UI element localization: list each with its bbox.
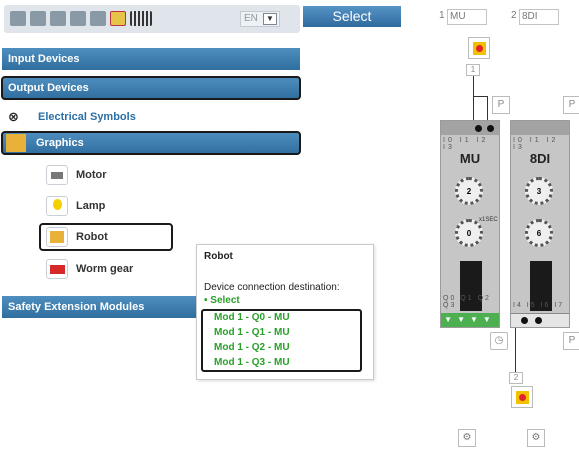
open-folder-icon[interactable] <box>10 11 26 26</box>
module-8di-knob-1-value: 3 <box>536 187 542 196</box>
motor-icon <box>46 165 68 185</box>
module-mu-knob-1[interactable]: 2 <box>455 177 483 205</box>
slot-1-settings-icon[interactable]: ⚙ <box>458 429 476 447</box>
lamp-icon <box>46 196 68 216</box>
connection-option-q3[interactable]: Mod 1 - Q3 - MU <box>214 357 290 368</box>
module-8di-knob-2-value: 6 <box>536 229 542 238</box>
module-8di[interactable]: I0 I1 I2 I3 8DI 3 6 I4 I5 I6 I7 <box>510 120 570 328</box>
module-mu[interactable]: I0 I1 I2 I3 MU 2 x1SEC 0 Q0 Q1 Q2 Q3 ▼▼▼… <box>440 120 500 328</box>
lamp-label: Lamp <box>76 200 106 212</box>
toolbar: EN ▼ <box>4 5 300 33</box>
module-mu-terminal-dot-1 <box>475 125 482 132</box>
module-mu-knob-2[interactable]: 0 <box>455 219 483 247</box>
worm-gear-label: Worm gear <box>76 263 134 275</box>
module-mu-knob-1-value: 2 <box>466 187 472 196</box>
wire-1 <box>473 76 474 124</box>
connection-option-q2[interactable]: Mod 1 - Q2 - MU <box>214 342 290 353</box>
module-8di-knob-1[interactable]: 3 <box>525 177 553 205</box>
device-2-index: 2 <box>509 372 523 384</box>
electrical-symbol-icon: ⊗ <box>8 109 19 124</box>
wrench-icon[interactable] <box>90 11 106 26</box>
robot-icon <box>46 227 68 247</box>
graphics-robot-icon <box>6 134 26 152</box>
module-8di-top-terminals: I0 I1 I2 I3 <box>513 137 559 151</box>
module-mu-knob-label: x1SEC <box>479 217 498 223</box>
module-8di-knob-2[interactable]: 6 <box>525 219 553 247</box>
graphics-item-robot[interactable]: Robot <box>39 223 173 251</box>
wire-2 <box>473 96 487 97</box>
power-terminal-1[interactable]: P <box>492 96 510 114</box>
language-select[interactable]: EN ▼ <box>240 11 280 27</box>
category-input-devices[interactable]: Input Devices <box>2 48 300 70</box>
tooltip-select-option[interactable]: • Select <box>204 295 240 306</box>
worm-gear-icon <box>46 259 68 279</box>
module-mu-name: MU <box>459 151 481 166</box>
delete-icon[interactable] <box>50 11 66 26</box>
slot-2-settings-icon[interactable]: ⚙ <box>527 429 545 447</box>
robot-toolbar-icon[interactable] <box>110 11 126 26</box>
device-connection-tooltip: Robot Device connection destination: • S… <box>196 244 374 380</box>
module-8di-bottom-terminals: I4 I5 I6 I7 <box>513 302 565 309</box>
module-rack-icon[interactable] <box>130 11 152 26</box>
connection-option-q0[interactable]: Mod 1 - Q0 - MU <box>214 312 290 323</box>
tooltip-select-label: Select <box>210 295 240 306</box>
module-8di-input-dot-1 <box>521 317 528 324</box>
emergency-stop-device-1[interactable] <box>468 37 490 59</box>
connection-options-list: Mod 1 - Q0 - MU Mod 1 - Q1 - MU Mod 1 - … <box>201 309 362 372</box>
emergency-stop-icon <box>473 42 486 55</box>
category-output-devices[interactable]: Output Devices <box>1 76 301 100</box>
category-safety-extension-modules[interactable]: Safety Extension Modules <box>2 296 196 318</box>
connection-option-q1[interactable]: Mod 1 - Q1 - MU <box>214 327 290 338</box>
slot-2-number: 2 <box>511 10 517 21</box>
motor-label: Motor <box>76 169 107 181</box>
emergency-stop-icon <box>516 391 529 404</box>
module-8di-input-dot-2 <box>535 317 542 324</box>
module-mu-bottom-terminals: Q0 Q1 Q2 Q3 <box>443 295 491 309</box>
emergency-stop-device-2[interactable] <box>511 386 533 408</box>
category-graphics[interactable]: Graphics <box>1 131 301 155</box>
device-1-index: 1 <box>466 64 480 76</box>
new-file-icon[interactable] <box>70 11 86 26</box>
power-terminal-3[interactable]: P <box>563 332 579 350</box>
graphics-label: Graphics <box>36 137 84 149</box>
module-mu-knob-2-value: 0 <box>466 229 472 238</box>
module-8di-name: 8DI <box>529 151 551 166</box>
module-mu-output-bar: ▼▼▼▼ <box>441 313 499 327</box>
slot-2-name-field[interactable]: 8DI <box>519 9 559 25</box>
module-mu-top-terminals: I0 I1 I2 I3 <box>443 137 489 151</box>
module-8di-input-bar <box>511 313 569 327</box>
tooltip-description: Device connection destination: <box>204 282 340 293</box>
slot-1-number: 1 <box>439 10 445 21</box>
power-terminal-2[interactable]: P <box>563 96 579 114</box>
timer-clock-icon[interactable]: ◷ <box>490 332 508 350</box>
slot-1-name-field[interactable]: MU <box>447 9 487 25</box>
module-8di-top-bar <box>511 121 569 135</box>
chevron-down-icon[interactable]: ▼ <box>263 13 277 25</box>
module-mu-terminal-dot-2 <box>487 125 494 132</box>
device-library-panel: EN ▼ Input Devices Output Devices ⊗ Elec… <box>0 0 304 450</box>
robot-label: Robot <box>76 231 108 243</box>
wire-4 <box>515 328 516 376</box>
tooltip-title: Robot <box>204 251 233 262</box>
select-tab[interactable]: Select <box>303 6 401 27</box>
category-electrical-symbols[interactable]: ⊗ Electrical Symbols <box>2 106 300 128</box>
language-value: EN <box>244 13 258 24</box>
electrical-symbols-label: Electrical Symbols <box>38 111 136 123</box>
save-icon[interactable] <box>30 11 46 26</box>
